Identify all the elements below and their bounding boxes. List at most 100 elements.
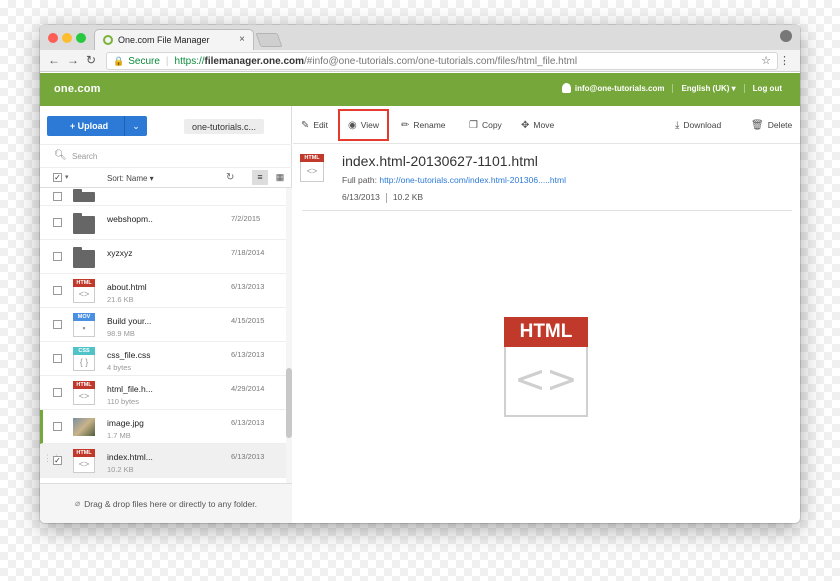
scrollbar-track[interactable]	[286, 188, 292, 483]
move-arrows-icon: ✥	[521, 119, 530, 131]
css-file-icon: CSS{ }	[73, 347, 95, 371]
sort-dropdown[interactable]: Sort: Name ▾	[107, 174, 154, 183]
upload-dropdown-chevron-icon[interactable]: ⌄	[124, 116, 147, 136]
row-checkbox[interactable]	[53, 252, 62, 261]
row-checkbox[interactable]: ✓	[53, 456, 62, 465]
file-name: html_file.h...	[107, 384, 153, 394]
select-all-chevron-icon[interactable]: ▾	[65, 173, 69, 181]
user-account-menu[interactable]: info@one-tutorials.com	[554, 83, 673, 93]
upload-button[interactable]: + Upload	[47, 116, 131, 136]
file-row-xyzxyz[interactable]: xyzxyz 7/18/2014	[40, 240, 286, 274]
file-browser-panel: + Upload ⌄ one-tutorials.c... 🔍︎ Search …	[40, 106, 292, 523]
lock-icon: 🔒	[113, 55, 125, 66]
maximize-window-button[interactable]	[76, 33, 86, 43]
file-name: css_file.css	[107, 350, 151, 360]
divider	[302, 210, 792, 211]
file-size: 4 bytes	[107, 363, 132, 372]
file-size: 110 bytes	[107, 397, 139, 406]
file-date: 6/13/2013	[231, 452, 265, 461]
select-all-checkbox[interactable]: ✓	[53, 173, 62, 182]
row-checkbox[interactable]	[53, 192, 62, 201]
html-badge: HTML	[504, 317, 588, 347]
language-select[interactable]: English (UK) ▾	[672, 83, 743, 93]
new-tab-button[interactable]	[255, 33, 283, 47]
url-separator: |	[165, 55, 169, 67]
file-date: 6/13/2013	[231, 282, 265, 291]
full-path-link[interactable]: http://one-tutorials.com/index.html-2013…	[379, 175, 566, 185]
file-date: 6/13/2013	[231, 418, 265, 427]
breadcrumb[interactable]: one-tutorials.c...	[184, 119, 264, 134]
grid-view-icon[interactable]: ▦	[273, 170, 287, 185]
header-menu: info@one-tutorials.com English (UK) ▾ Lo…	[554, 83, 790, 93]
file-row-build-your[interactable]: MOV ▪ Build your... 98.9 MB 4/15/2015	[40, 308, 286, 342]
profile-icon[interactable]	[780, 30, 792, 42]
row-checkbox[interactable]	[53, 218, 62, 227]
file-row-html-file[interactable]: HTML <> html_file.h... 110 bytes 4/29/201…	[40, 376, 286, 410]
search-bar[interactable]: 🔍︎ Search	[40, 144, 292, 168]
app-header: one.com info@one-tutorials.com English (…	[40, 73, 800, 106]
file-row-image-jpg[interactable]: image.jpg 1.7 MB 6/13/2013	[40, 410, 286, 444]
row-checkbox[interactable]	[53, 422, 62, 431]
file-size: 98.9 MB	[107, 329, 135, 338]
code-glyph: <>	[514, 357, 578, 401]
minimize-window-button[interactable]	[62, 33, 72, 43]
address-bar: ← → ↻ 🔒 Secure | https://filemanager.one…	[40, 50, 800, 72]
back-arrow-icon[interactable]: ←	[48, 53, 60, 67]
close-window-button[interactable]	[48, 33, 58, 43]
file-name: Build your...	[107, 316, 152, 326]
edit-button[interactable]: ✎ Edit	[301, 106, 328, 144]
search-input[interactable]: Search	[72, 152, 97, 161]
file-row-index-html[interactable]: ⋮⋮ ✓ HTML <> index.html... 10.2 KB 6/13/2…	[40, 444, 286, 478]
row-checkbox[interactable]	[53, 286, 62, 295]
file-date: 7/18/2014	[231, 248, 265, 257]
bookmark-star-icon[interactable]: ☆	[761, 54, 771, 67]
edit-icon: ✎	[301, 119, 310, 131]
folder-icon	[73, 189, 95, 202]
drop-zone-text: Drag & drop files here or directly to an…	[84, 498, 258, 509]
sort-row: ✓ ▾ Sort: Name ▾ ↻ ≡ ▦	[40, 168, 292, 188]
file-list: webshopm.. 7/2/2015 xyzxyz 7/18/2014 HTM…	[40, 188, 286, 483]
browser-window: One.com File Manager × ← → ↻ 🔒 Secure | …	[40, 25, 800, 523]
list-view-icon[interactable]: ≡	[252, 170, 268, 185]
scrollbar-thumb[interactable]	[286, 368, 292, 438]
forward-arrow-icon[interactable]: →	[67, 53, 79, 67]
file-meta: 6/13/2013 10.2 KB	[342, 192, 423, 203]
copy-button[interactable]: ❐ Copy	[469, 106, 502, 144]
folder-icon	[73, 213, 95, 234]
url-text: https://filemanager.one.com/#info@one-tu…	[174, 55, 578, 67]
download-button[interactable]: ⤓ Download	[675, 106, 721, 144]
eye-icon: ◉	[348, 119, 357, 131]
reload-icon[interactable]: ↻	[86, 53, 96, 67]
file-name: image.jpg	[107, 418, 144, 428]
meta-divider	[385, 192, 387, 203]
row-checkbox[interactable]	[53, 354, 62, 363]
view-button[interactable]: ◉ View	[338, 109, 390, 141]
browser-tab[interactable]: One.com File Manager ×	[94, 29, 254, 50]
tab-title: One.com File Manager	[118, 35, 210, 45]
file-row-webshopm[interactable]: webshopm.. 7/2/2015	[40, 206, 286, 240]
row-checkbox[interactable]	[53, 320, 62, 329]
file-date: 6/13/2013	[342, 192, 380, 202]
html-file-icon: HTML <>	[73, 381, 95, 405]
tab-close-icon[interactable]: ×	[239, 34, 245, 45]
file-row-about-html[interactable]: HTML <> about.html 21.6 KB 6/13/2013	[40, 274, 286, 308]
title-bar: One.com File Manager ×	[40, 25, 800, 50]
refresh-icon[interactable]: ↻	[226, 172, 234, 183]
image-thumbnail	[73, 418, 95, 436]
rename-button[interactable]: ✏ Rename	[401, 106, 446, 144]
file-name: about.html	[107, 282, 147, 292]
delete-button[interactable]: 🗑︎ Delete	[751, 106, 792, 144]
paperclip-icon: ⌀	[74, 498, 81, 508]
logout-link[interactable]: Log out	[743, 83, 790, 93]
browser-menu-icon[interactable]: ⋮	[779, 54, 790, 67]
row-checkbox[interactable]	[53, 388, 62, 397]
trash-icon: 🗑︎	[751, 119, 764, 131]
download-icon: ⤓	[675, 119, 680, 131]
file-row-folder[interactable]	[40, 188, 286, 206]
drop-zone[interactable]: ⌀ Drag & drop files here or directly to …	[40, 483, 292, 523]
onecom-logo[interactable]: one.com	[54, 83, 101, 95]
url-input[interactable]: 🔒 Secure | https://filemanager.one.com/#…	[106, 52, 778, 70]
file-row-css-file[interactable]: CSS{ } css_file.css 4 bytes 6/13/2013	[40, 342, 286, 376]
html-preview-icon: HTML <>	[504, 317, 588, 417]
move-button[interactable]: ✥ Move	[521, 106, 554, 144]
